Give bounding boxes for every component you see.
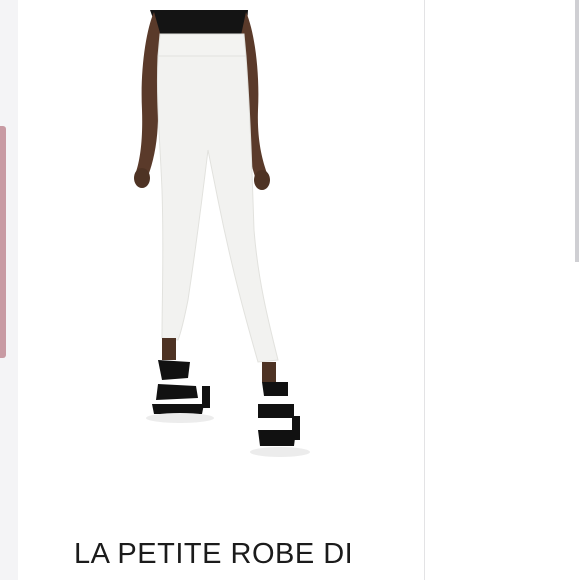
product-image[interactable] <box>118 0 328 470</box>
scroll-indicator[interactable] <box>0 126 6 358</box>
scrollbar[interactable] <box>575 0 579 262</box>
product-title[interactable]: LA PETITE ROBE DI <box>74 538 353 571</box>
adjacent-product-card[interactable] <box>425 0 579 580</box>
